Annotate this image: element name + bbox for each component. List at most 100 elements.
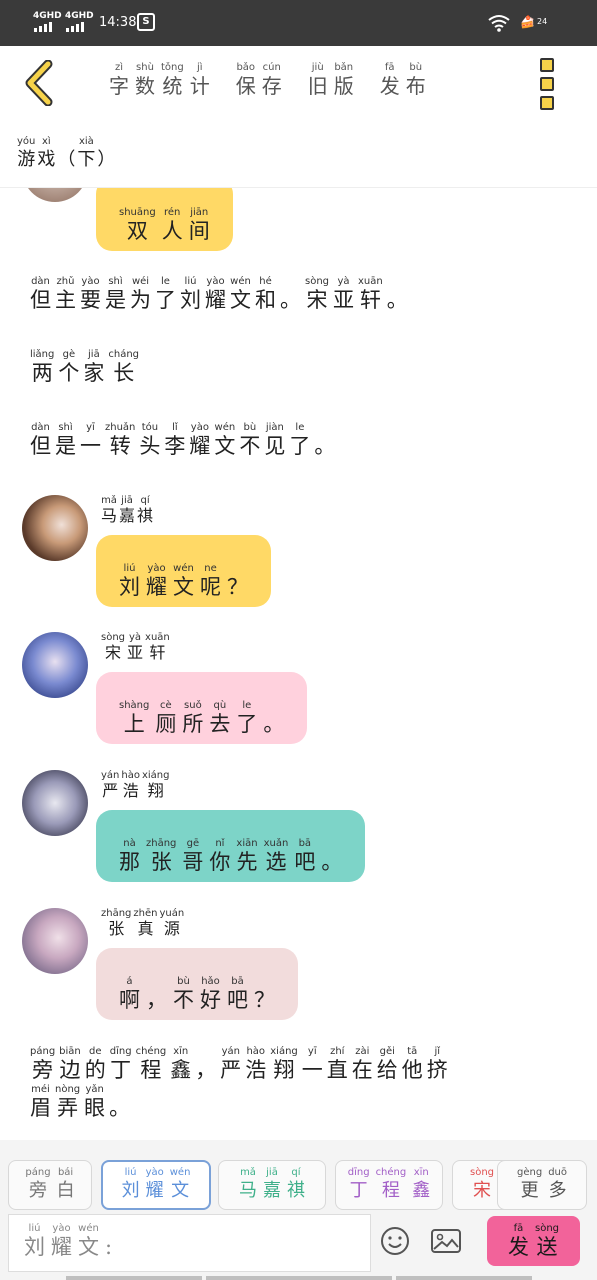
pinyin-char: yào 耀 <box>205 276 226 312</box>
hanzi: 去 <box>209 712 231 736</box>
hanzi: 送 <box>536 1235 558 1259</box>
pinyin: zài <box>355 1046 370 1057</box>
pinyin: dīng <box>347 1167 370 1178</box>
send-button[interactable]: fā 发 sòng 送 <box>487 1216 580 1266</box>
pinyin-char: wén 文 <box>173 563 194 599</box>
hanzi: ） <box>97 149 116 170</box>
pinyin: le <box>242 700 252 711</box>
pinyin: nà <box>123 838 136 849</box>
hanzi: 文 <box>78 1235 99 1259</box>
tab-publish[interactable]: fā 发 bù 布 <box>377 62 429 98</box>
pinyin-char: gè 个 <box>58 349 79 385</box>
pinyin: xuān <box>358 276 383 287</box>
pinyin-char: nà 那 <box>119 838 140 874</box>
pinyin-char: xīn 鑫 <box>412 1167 430 1203</box>
hanzi: 浩 <box>245 1058 267 1082</box>
back-chevron-icon[interactable] <box>22 60 58 106</box>
hanzi: 弄 <box>57 1096 79 1120</box>
message-bubble[interactable]: nà 那 zhāng 张 gē 哥 nǐ 你 xiān 先 xuǎn 选 bā 吧 。 <box>96 810 366 882</box>
pinyin-char: yào 耀 <box>51 1223 72 1259</box>
pinyin: yào <box>147 563 166 574</box>
pinyin-char: zhāng 张 <box>101 908 131 938</box>
pinyin-char: liú 刘 <box>119 563 140 599</box>
hanzi: 一 <box>301 1058 323 1082</box>
pinyin: zhuǎn <box>105 422 136 433</box>
chip-more[interactable]: gèng 更 duō 多 <box>497 1160 587 1210</box>
menu-icon[interactable] <box>540 58 556 115</box>
pinyin-char: duō 多 <box>548 1167 567 1203</box>
pinyin-char: xīn 鑫 <box>170 1046 191 1082</box>
pinyin: yào <box>190 422 209 433</box>
pinyin: tóu <box>141 422 159 433</box>
smiley-icon[interactable] <box>380 1226 410 1256</box>
chip-narrator[interactable]: páng 旁 bái 白 <box>8 1160 92 1210</box>
avatar-song-yaxuan[interactable] <box>22 632 88 698</box>
message-bubble[interactable]: liú 刘 yào 耀 wén 文 ne 呢 ？ <box>96 535 271 607</box>
pinyin: chéng <box>135 1046 167 1057</box>
pinyin-char: 。 <box>387 276 408 312</box>
message-bubble[interactable]: shàng 上 cè 厕 suǒ 所 qù 去 le 了 。 <box>96 672 308 744</box>
sender-name: yán 严 hào 浩 xiáng 翔 <box>100 770 171 800</box>
pinyin: jiān <box>190 207 209 218</box>
pinyin: wén <box>214 422 236 433</box>
avatar-yan-haoxiang[interactable] <box>22 770 88 836</box>
hanzi: 耀 <box>51 1235 72 1259</box>
hanzi: 呢 <box>200 575 221 599</box>
hanzi: 但 <box>30 434 51 458</box>
pinyin: gěi <box>379 1046 395 1057</box>
chat-area[interactable]: shuāng 双 rén 人 jiān 间 dàn 但 zhǔ 主 yào 要 shì 是 wéi 为 le 了… <box>0 188 597 1140</box>
hanzi: 。 <box>314 434 336 458</box>
notification-icon: 🍰 <box>520 15 535 29</box>
input-panel: páng 旁 bái 白 liú 刘 yào 耀 wén 文 mǎ 马 jiā 嘉 qí 祺 dīng 丁 chén… <box>0 1140 597 1280</box>
hanzi: 刘 <box>180 288 201 312</box>
hanzi: 马 <box>239 1180 257 1201</box>
pinyin-char: cháng 长 <box>108 349 139 385</box>
pinyin <box>146 976 167 988</box>
pinyin-char: shì 是 <box>55 422 76 458</box>
pinyin: fā <box>513 1223 524 1234</box>
pinyin-char: yà 亚 <box>333 276 354 312</box>
message-bubble[interactable]: shuāng 双 rén 人 jiān 间 <box>96 188 233 251</box>
pinyin-char: dīng 丁 <box>110 1046 132 1082</box>
pinyin-char: yóu 游 <box>17 136 35 172</box>
hanzi: 主 <box>55 288 76 312</box>
chip-liu-yaowen[interactable]: liú 刘 yào 耀 wén 文 <box>101 1160 211 1210</box>
pinyin: hǎo <box>201 976 220 987</box>
pinyin: bā <box>298 838 312 849</box>
chip-ma-jiaqi[interactable]: mǎ 马 jiā 嘉 qí 祺 <box>218 1160 326 1210</box>
pinyin-char: jiàn 见 <box>264 422 285 458</box>
hanzi: 嘉 <box>263 1180 281 1201</box>
message-input[interactable]: liú 刘 yào 耀 wén 文 : <box>8 1214 371 1272</box>
hanzi: 转 <box>109 434 131 458</box>
chip-ding-chengxin[interactable]: dīng 丁 chéng 程 xīn 鑫 <box>335 1160 443 1210</box>
tab-save[interactable]: bǎo 保 cún 存 <box>233 62 285 98</box>
pinyin-char: fā 发 <box>508 1223 529 1259</box>
tab-word-count[interactable]: zì 字 shù 数 tǒng 统 jì 计 <box>106 62 213 98</box>
pinyin: xīn <box>413 1167 429 1178</box>
pinyin-char: páng 旁 <box>30 1046 55 1082</box>
pinyin-char: le 了 <box>236 700 257 736</box>
message-bubble[interactable]: á啊 ， bù 不 hǎo 好 bā 吧 ？ <box>96 948 298 1020</box>
hanzi: 了 <box>155 288 176 312</box>
pinyin: yào <box>52 1223 71 1234</box>
image-icon[interactable] <box>430 1228 462 1254</box>
pinyin-char: yán 严 <box>220 1046 241 1082</box>
pinyin-char: ？ <box>227 563 248 599</box>
chapter-title: yóu 游 xì 戏 （xià 下 ） <box>16 136 116 172</box>
pinyin <box>387 276 408 288</box>
pinyin-char: nòng 弄 <box>55 1084 80 1120</box>
avatar-ma-jiaqi[interactable] <box>22 495 88 561</box>
hanzi: 了 <box>289 434 311 458</box>
avatar-zhang-zhenyuan[interactable] <box>22 908 88 974</box>
hanzi: 戏 <box>37 149 56 170</box>
pinyin-char: zhuǎn 转 <box>105 422 135 458</box>
pinyin-char: yī 一 <box>302 1046 323 1082</box>
toolbar: zì 字 shù 数 tǒng 统 jì 计 bǎo 保 cún 存 jiù 旧 bǎn 版 fā 发 bù 布 <box>0 46 597 120</box>
hanzi: 长 <box>113 361 135 385</box>
pinyin-char: de 的 <box>85 1046 106 1082</box>
pinyin: á <box>126 976 133 987</box>
pinyin-char: sòng 宋 <box>470 1167 494 1203</box>
hanzi: 程 <box>381 1180 400 1201</box>
hanzi: 。 <box>263 712 285 736</box>
tab-old-version[interactable]: jiù 旧 bǎn 版 <box>305 62 357 98</box>
